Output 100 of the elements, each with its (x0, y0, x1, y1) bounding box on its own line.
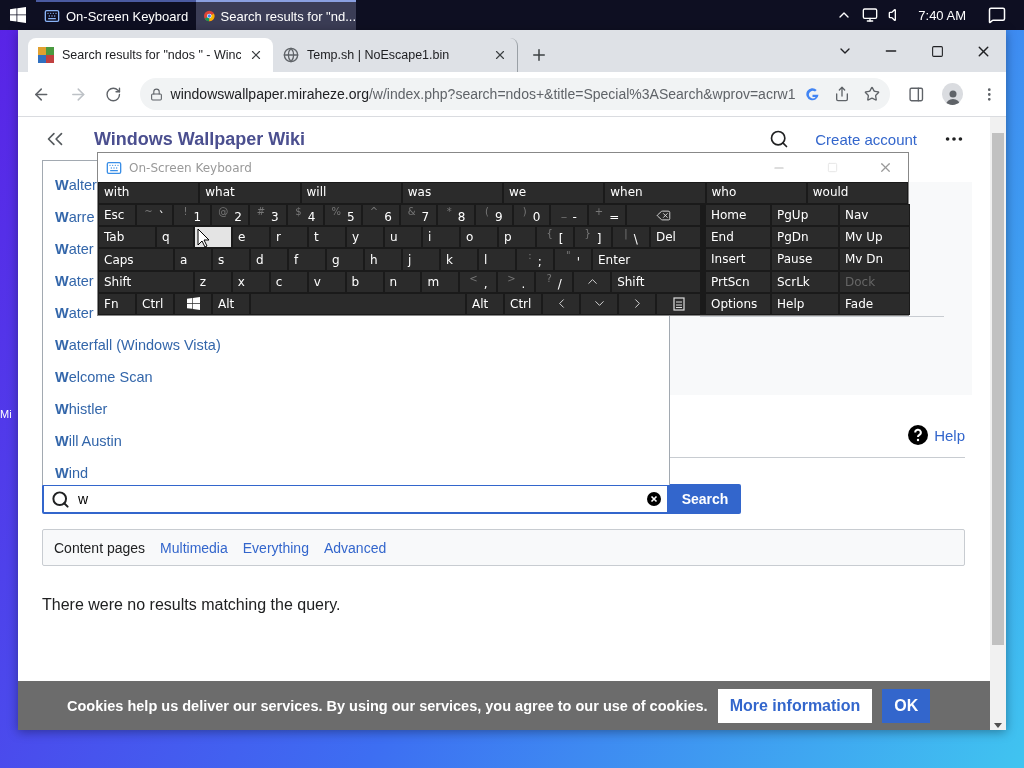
maximize-icon[interactable] (930, 44, 944, 58)
keyboard-key[interactable]: + = (588, 204, 626, 227)
word-prediction[interactable]: we (503, 182, 605, 204)
keyboard-key[interactable]: } ] (574, 226, 612, 249)
keyboard-key[interactable]: @ 2 (211, 204, 249, 227)
suggestion-item[interactable]: Will Austin (43, 425, 669, 457)
keyboard-key[interactable]: _ - (550, 204, 589, 227)
keyboard-key[interactable]: ( 9 (475, 204, 513, 227)
notifications-icon[interactable] (988, 6, 1006, 24)
close-icon[interactable] (249, 48, 263, 62)
word-prediction[interactable]: with (98, 182, 200, 204)
keyboard-key[interactable]: Enter (592, 248, 701, 271)
keyboard-key[interactable]: & 7 (399, 204, 438, 227)
keyboard-key[interactable]: a (174, 248, 212, 271)
keyboard-key[interactable]: % 5 (324, 204, 362, 227)
reload-icon[interactable] (105, 85, 122, 103)
search-field[interactable]: w (42, 484, 669, 514)
word-prediction[interactable]: was (401, 182, 503, 204)
keyboard-key[interactable]: Pause (771, 248, 839, 271)
filter-tab[interactable]: Content pages (54, 539, 146, 556)
more-information-button[interactable]: More information (717, 688, 873, 723)
share-icon[interactable] (833, 86, 850, 102)
keyboard-key[interactable]: " ' (554, 248, 592, 271)
clear-icon[interactable] (647, 492, 661, 506)
clock[interactable]: 7:40 AM (918, 7, 966, 23)
keyboard-key[interactable]: PrtScn (705, 270, 771, 293)
keyboard-key[interactable]: PgDn (771, 226, 839, 249)
keyboard-key[interactable]: g (326, 248, 364, 271)
keyboard-key[interactable]: t (308, 226, 346, 249)
word-prediction[interactable]: what (199, 182, 301, 204)
keyboard-key[interactable]: r (270, 226, 308, 249)
keyboard-key[interactable]: Shift (611, 270, 701, 293)
keyboard-key[interactable]: Insert (705, 248, 771, 271)
keyboard-key[interactable]: j (402, 248, 440, 271)
keyboard-key[interactable] (194, 226, 232, 249)
keyboard-key[interactable]: ! 1 (173, 204, 212, 227)
keyboard-key[interactable]: Fade (839, 292, 910, 315)
keyboard-key[interactable]: e (232, 226, 270, 249)
keyboard-key[interactable]: Alt (466, 292, 504, 315)
keyboard-key[interactable]: Alt (212, 292, 250, 315)
keyboard-key[interactable]: # 3 (248, 204, 287, 227)
filter-tab[interactable]: Everything (242, 539, 309, 556)
keyboard-key[interactable]: ~ ` (135, 204, 174, 227)
keyboard-key[interactable]: ^ 6 (361, 204, 400, 227)
new-tab-icon[interactable] (530, 46, 548, 64)
keyboard-key[interactable]: PgUp (771, 204, 839, 227)
keyboard-key[interactable]: d (250, 248, 288, 271)
keyboard-key[interactable]: o (460, 226, 498, 249)
keyboard-key[interactable]: { [ (536, 226, 574, 249)
keyboard-key[interactable]: $ 4 (286, 204, 325, 227)
keyboard-key[interactable]: ) 0 (512, 204, 551, 227)
keyboard-key[interactable]: u (384, 226, 422, 249)
keyboard-key[interactable]: Nav (839, 204, 910, 227)
keyboard-key[interactable]: Shift (98, 270, 194, 293)
help-icon[interactable] (908, 425, 929, 445)
keyboard-key[interactable]: | \ (612, 226, 650, 249)
taskbar-button[interactable]: Search results for "nd... (196, 0, 356, 30)
keyboard-key[interactable]: f (288, 248, 326, 271)
keyboard-key[interactable]: ? / (535, 270, 574, 293)
site-title[interactable]: Windows Wallpaper Wiki (94, 128, 744, 150)
keyboard-key[interactable]: k (440, 248, 478, 271)
keyboard-key[interactable]: Home (705, 204, 771, 227)
keyboard-key[interactable]: s (212, 248, 250, 271)
keyboard-key[interactable]: q (156, 226, 194, 249)
keyboard-key[interactable]: > . (497, 270, 536, 293)
keyboard-key[interactable]: Esc (98, 204, 136, 227)
keyboard-key[interactable]: h (364, 248, 402, 271)
scrollbar[interactable] (990, 117, 1006, 730)
address-bar[interactable]: windowswallpaper.miraheze.org/w/index.php?search=ndos+&title=Special%3ASearch&wprov=acrw1 (139, 78, 890, 110)
search-icon[interactable] (769, 129, 790, 149)
keyboard-key[interactable]: i (422, 226, 460, 249)
keyboard-key[interactable]: ScrLk (771, 270, 839, 293)
keyboard-key[interactable]: Del (650, 226, 701, 249)
network-icon[interactable] (862, 7, 879, 23)
keyboard-key[interactable]: Fn (98, 292, 136, 315)
keyboard-key[interactable]: l (478, 248, 516, 271)
keyboard-key[interactable]: Options (705, 292, 771, 315)
keyboard-key[interactable]: End (705, 226, 771, 249)
keyboard-key[interactable]: * 8 (437, 204, 476, 227)
keyboard-key[interactable]: Caps (98, 248, 174, 271)
keyboard-key[interactable]: y (346, 226, 384, 249)
google-icon[interactable] (804, 86, 820, 102)
browser-tab[interactable]: Temp.sh | NoEscape1.bin (273, 38, 518, 72)
word-prediction[interactable]: who (705, 182, 807, 204)
keyboard-key[interactable]: m (421, 270, 460, 293)
search-button[interactable]: Search (669, 484, 741, 514)
word-prediction[interactable]: will (300, 182, 402, 204)
keyboard-key[interactable] (656, 292, 701, 315)
word-prediction[interactable]: would (806, 182, 908, 204)
create-account-link[interactable]: Create account (815, 130, 917, 148)
profile-avatar[interactable] (942, 83, 964, 105)
keyboard-key[interactable]: Tab (98, 226, 156, 249)
ok-button[interactable]: OK (882, 688, 931, 723)
keyboard-key[interactable]: Ctrl (136, 292, 174, 315)
filter-tab[interactable]: Multimedia (160, 539, 228, 556)
keyboard-key[interactable]: Mv Dn (839, 248, 910, 271)
help-link[interactable]: Help (934, 426, 965, 444)
keyboard-key[interactable] (174, 292, 212, 315)
suggestion-item[interactable]: Whistler (43, 393, 669, 425)
keyboard-key[interactable]: Ctrl (504, 292, 542, 315)
